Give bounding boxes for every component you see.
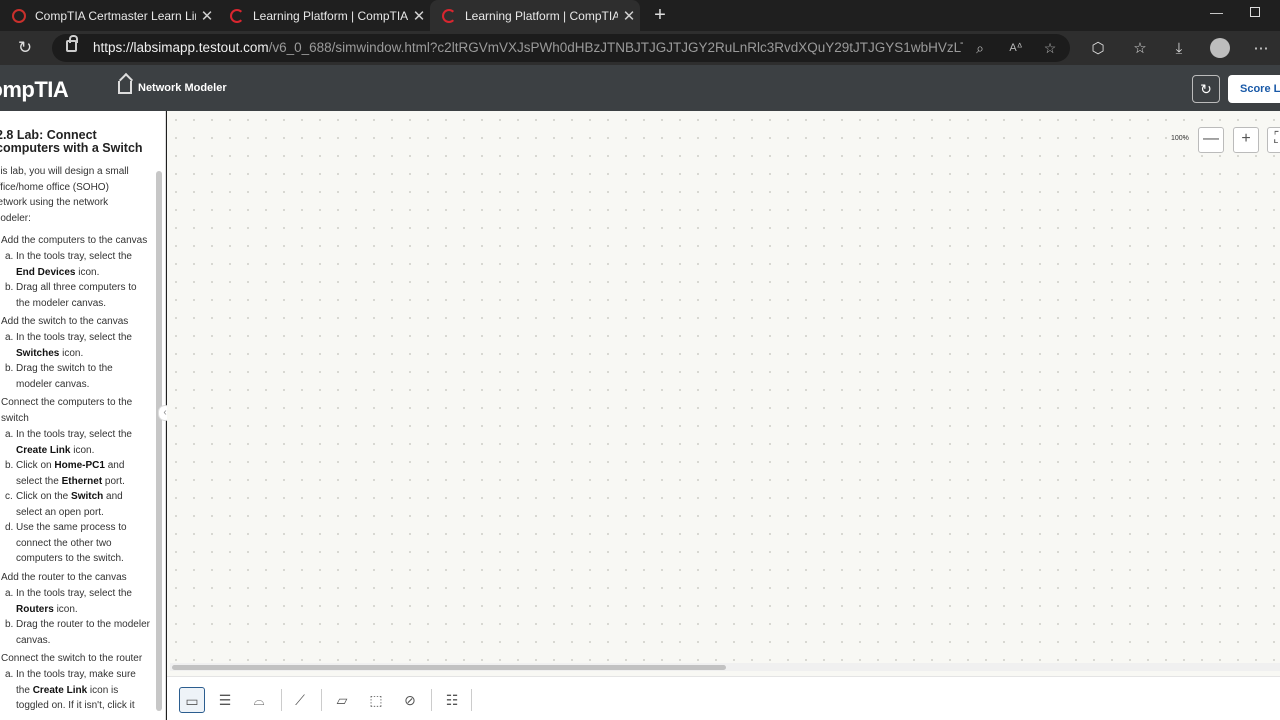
close-tab-icon[interactable]: ✕ [196,7,218,25]
tab-title: Learning Platform | CompTIA [465,8,618,23]
browser-tab-learning-platform[interactable]: Learning Platform | CompTIA ✕ [218,0,430,31]
step-1a: a. In the tools tray, select the End Devi… [5,251,132,278]
tray-separator [321,689,322,711]
network-modeler-icon [118,81,132,94]
comptia-logo: CompTIA [0,77,69,102]
fit-view-button[interactable]: ⛶ [1267,127,1280,153]
zoom-icon[interactable]: ⌕ [970,38,990,58]
app-name: Network Modeler [138,82,227,94]
tray-separator [431,689,432,711]
step-2a: a. In the tools tray, select the Switches… [5,332,132,359]
step-5a: a. In the tools tray, make sure the Creat… [5,669,136,711]
more-menu-icon[interactable]: ⋯ [1250,38,1272,60]
extensions-icon[interactable]: ⬡ [1087,38,1109,60]
tray-separator [471,689,472,711]
lock-icon [66,35,78,52]
list-tool[interactable]: ☷ [439,687,465,713]
reload-icon[interactable]: ↻ [14,37,36,59]
step-3b: b. Click on Home-PC1 and select the Ether… [5,460,125,487]
reset-lab-button[interactable]: ↻ [1192,75,1220,103]
panel-scrollbar[interactable] [156,171,162,711]
step-2b: b. Drag the switch to the modeler canvas. [5,363,113,390]
lab-intro: this lab, you will design a small office… [0,166,129,224]
step-4a: a. In the tools tray, select the Routers … [5,588,132,615]
step-4: Add the router to the canvas [1,572,127,583]
step-3a: a. In the tools tray, select the Create L… [5,429,132,456]
step-4b: b. Drag the router to the modeler canvas. [5,619,150,646]
new-tab-icon[interactable]: + [648,3,672,27]
comptia-favicon-icon [12,8,26,23]
note-tool[interactable]: ▱ [329,687,355,713]
minus-icon: — [1203,130,1219,147]
zoom-out-button[interactable]: — [1198,127,1224,153]
url-text[interactable]: https://labsimapp.testout.com/v6_0_688/s… [93,40,963,55]
step-3d: d. Use the same process to connect the ot… [5,522,127,564]
canvas-scroll-thumb[interactable] [172,665,726,670]
address-bar[interactable]: https://labsimapp.testout.com/v6_0_688/s… [52,34,1070,62]
list-icon: ☷ [445,692,459,708]
downloads-icon[interactable]: ⤓ [1168,38,1190,60]
instructions-panel: 2.8 Lab: Connect computers with a Switch… [0,111,166,720]
close-tab-icon[interactable]: ✕ [618,7,640,25]
plus-icon: + [1241,130,1251,147]
fit-view-icon: ⛶ [1274,130,1280,147]
step-3: Connect the computers to the switch [1,397,133,424]
zoom-level: 100% [1171,135,1189,142]
step-3c: c. Click on the Switch and select an open… [5,491,123,518]
refresh-icon: ↻ [1200,81,1212,97]
read-aloud-icon[interactable]: Aᐞ [1006,38,1026,58]
browser-tab-certmaster[interactable]: CompTIA Certmaster Learn Link ( ✕ [0,0,218,31]
close-tab-icon[interactable]: ✕ [408,7,430,25]
tab-title: Learning Platform | CompTIA [253,8,408,23]
url-path: /v6_0_688/simwindow.html?c2ltRGVmVXJsPWh… [268,40,963,55]
browser-toolbar: ↻ https://labsimapp.testout.com/v6_0_688… [0,31,1280,65]
score-lab-button[interactable]: Score La [1228,75,1280,103]
step-2: Add the switch to the canvas [1,316,129,327]
lab-title: 2.8 Lab: Connect computers with a Switch [0,128,143,155]
note-icon: ▱ [336,692,348,708]
switches-icon: ☰ [218,692,232,708]
area-tool[interactable]: ⬚ [363,687,389,713]
favorite-star-icon[interactable]: ☆ [1040,38,1060,58]
step-1: Add the computers to the canvas [1,235,148,246]
routers-tool[interactable]: ⌓ [246,687,272,713]
tools-tray: ▭ ☰ ⌓ ⟋ ▱ ⬚ ⊘ ☷ [167,676,1280,720]
step-1b: b. Drag all three computers to the modele… [5,282,137,309]
modeler-canvas[interactable] [167,111,1280,676]
profile-avatar[interactable] [1210,38,1230,58]
create-link-tool[interactable]: ⟋ [287,687,313,713]
hide-tool[interactable]: ⊘ [397,687,423,713]
zoom-in-button[interactable]: + [1233,127,1259,153]
app-header: CompTIA Network Modeler ↻ Score La [0,65,1280,111]
tray-separator [281,689,282,711]
step-5: Connect the switch to the router [1,653,143,664]
url-host: https://labsimapp.testout.com [93,40,269,55]
create-link-icon: ⟋ [295,692,305,708]
comptia-favicon-icon [230,8,244,23]
favorites-icon[interactable]: ☆ [1129,38,1151,60]
minimize-icon[interactable]: — [1210,5,1223,20]
tab-title: CompTIA Certmaster Learn Link ( [35,8,196,23]
comptia-favicon-icon [442,8,456,23]
end-devices-tool[interactable]: ▭ [179,687,205,713]
end-devices-icon: ▭ [185,693,199,709]
hide-icon: ⊘ [404,692,416,708]
restore-icon[interactable] [1250,7,1260,17]
area-icon: ⬚ [369,692,383,708]
browser-tab-learning-platform-active[interactable]: Learning Platform | CompTIA ✕ [430,0,640,31]
routers-icon: ⌓ [253,692,265,708]
browser-tab-strip: CompTIA Certmaster Learn Link ( ✕ Learni… [0,0,1280,31]
switches-tool[interactable]: ☰ [212,687,238,713]
